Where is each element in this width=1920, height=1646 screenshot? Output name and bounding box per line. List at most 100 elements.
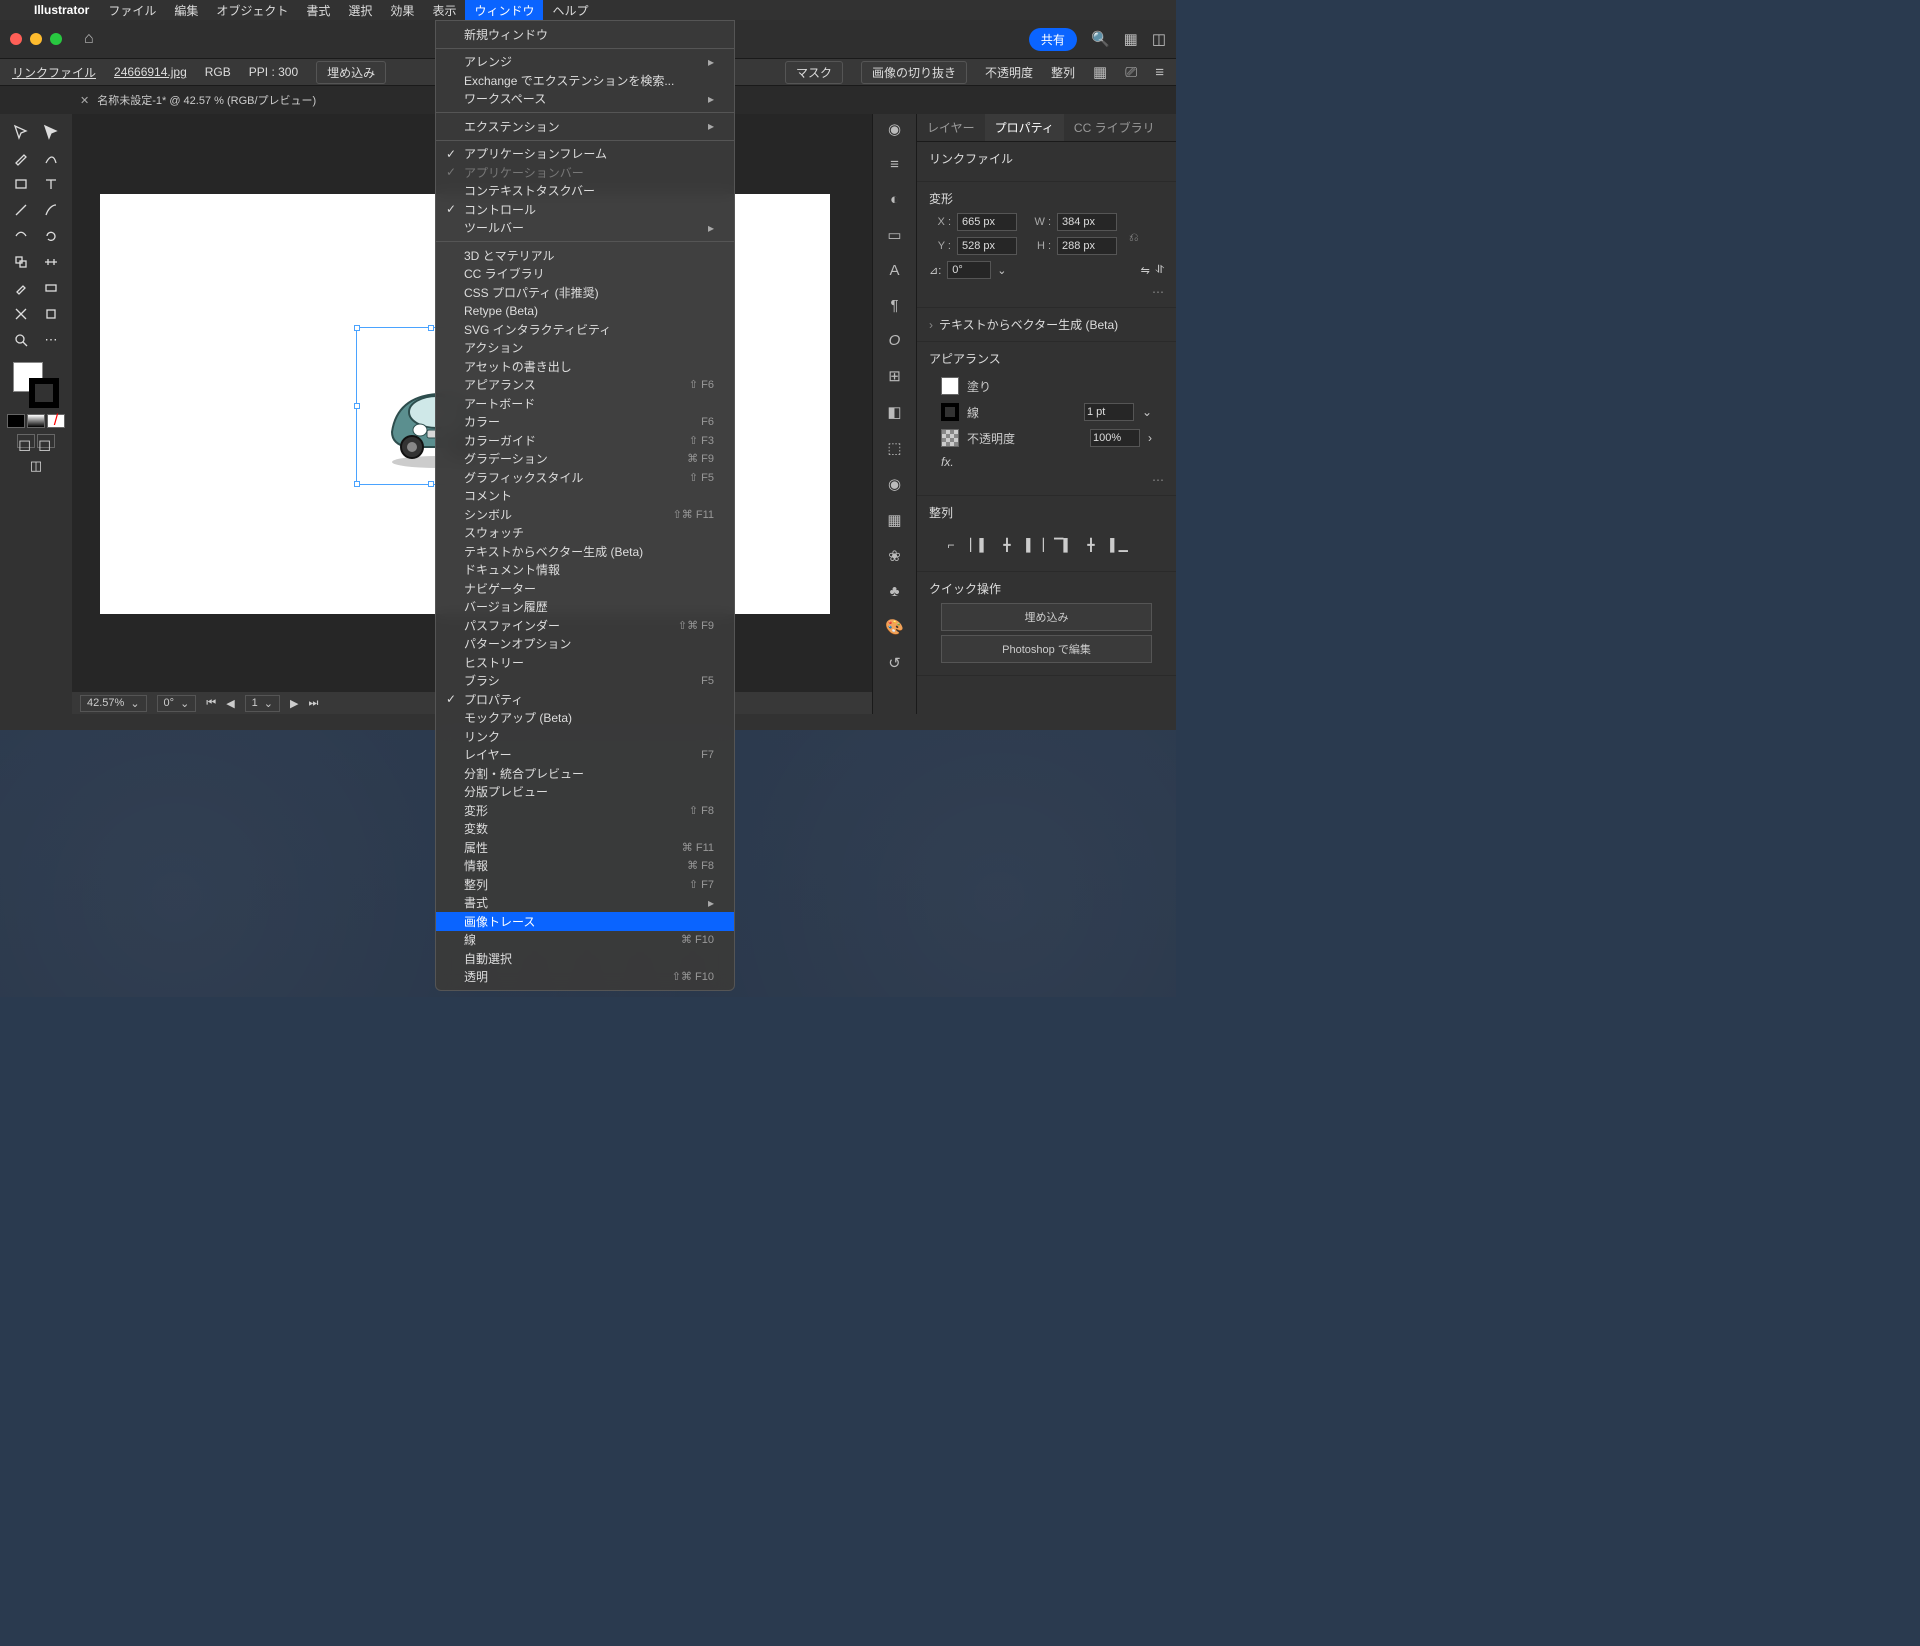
menu-item[interactable]: 情報⌘ F8 xyxy=(436,857,734,876)
menu-item[interactable]: 変形⇧ F8 xyxy=(436,801,734,820)
menu-item[interactable]: 変数 xyxy=(436,820,734,839)
menu-item[interactable]: ツールバー▸ xyxy=(436,219,734,238)
grid-icon[interactable]: ▦ xyxy=(1093,63,1107,81)
paragraph-panel-icon[interactable]: ¶ xyxy=(890,297,898,314)
menu-item[interactable]: ヒストリー xyxy=(436,653,734,672)
type-tool[interactable] xyxy=(37,172,65,196)
last-page-icon[interactable]: ⏭ xyxy=(308,697,318,710)
embed-quick-button[interactable]: 埋め込み xyxy=(941,603,1153,631)
menu-item[interactable]: パターンオプション xyxy=(436,635,734,654)
menu-item[interactable]: アセットの書き出し xyxy=(436,357,734,376)
menu-item[interactable]: ✓プロパティ xyxy=(436,690,734,709)
appearance-panel-icon[interactable]: ◉ xyxy=(888,475,901,493)
tab-title[interactable]: 名称未設定-1* @ 42.57 % (RGB/プレビュー) xyxy=(97,92,316,108)
menu-item[interactable]: コンテキストタスクバー xyxy=(436,182,734,201)
app-name[interactable]: Illustrator xyxy=(24,3,99,17)
align-panel-icon[interactable]: ⊞ xyxy=(888,367,901,385)
menu-item[interactable]: アレンジ▸ xyxy=(436,53,734,72)
selection-tool[interactable] xyxy=(7,120,35,144)
align-hcenter-icon[interactable]: ╋ xyxy=(997,535,1017,555)
share-button[interactable]: 共有 xyxy=(1029,28,1077,51)
setup-icon[interactable]: ⎚ xyxy=(1125,64,1137,81)
gradient-panel-icon[interactable]: ▭ xyxy=(887,226,901,244)
menu-item[interactable]: ドキュメント情報 xyxy=(436,561,734,580)
pathfinder-panel-icon[interactable]: ◧ xyxy=(887,403,901,421)
clubs-panel-icon[interactable]: ♣ xyxy=(890,583,900,600)
menu-ファイル[interactable]: ファイル xyxy=(99,0,165,20)
menu-item[interactable]: CSS プロパティ (非推奨) xyxy=(436,283,734,302)
menu-item[interactable]: SVG インタラクティビティ xyxy=(436,320,734,339)
menu-item[interactable]: アートボード xyxy=(436,394,734,413)
menu-item[interactable]: レイヤーF7 xyxy=(436,746,734,765)
rotate-dropdown[interactable]: 0°⌄ xyxy=(157,695,197,712)
swatches-panel-icon[interactable]: ≡ xyxy=(890,156,899,173)
shaper-tool[interactable] xyxy=(7,224,35,248)
fill-swatch[interactable] xyxy=(941,377,959,395)
align-bottom-icon[interactable]: ▌▁ xyxy=(1109,535,1129,555)
opacity-swatch[interactable] xyxy=(941,429,959,447)
width-tool[interactable] xyxy=(37,250,65,274)
stroke-weight-input[interactable] xyxy=(1084,403,1134,421)
appearance-more-icon[interactable]: ⋯ xyxy=(929,473,1164,487)
align-right-icon[interactable]: ▌▕ xyxy=(1025,535,1045,555)
menu-書式[interactable]: 書式 xyxy=(297,0,339,20)
symbols-panel-icon[interactable]: ❀ xyxy=(888,547,901,565)
opentype-panel-icon[interactable]: O xyxy=(889,332,901,349)
gradient-mode-swatch[interactable] xyxy=(27,414,45,428)
flip-h-icon[interactable]: ⇋ xyxy=(1141,264,1150,277)
edit-in-ps-button[interactable]: Photoshop で編集 xyxy=(941,635,1153,663)
curvature-tool[interactable] xyxy=(37,146,65,170)
menu-item[interactable]: アピアランス⇧ F6 xyxy=(436,376,734,395)
menu-item[interactable]: リンク xyxy=(436,727,734,746)
menu-item[interactable]: コメント xyxy=(436,487,734,506)
menu-選択[interactable]: 選択 xyxy=(339,0,381,20)
menu-item[interactable]: ブラシF5 xyxy=(436,672,734,691)
h-input[interactable] xyxy=(1057,237,1117,255)
search-icon[interactable]: 🔍 xyxy=(1091,30,1110,48)
angle-input[interactable] xyxy=(947,261,991,279)
menu-item[interactable]: 画像トレース xyxy=(436,912,734,931)
eyedropper-tool[interactable] xyxy=(7,276,35,300)
screen-mode[interactable]: ◫ xyxy=(22,454,50,478)
crop-button[interactable]: 画像の切り抜き xyxy=(861,61,967,84)
x-input[interactable] xyxy=(957,213,1017,231)
menu-item[interactable]: 分版プレビュー xyxy=(436,783,734,802)
link-wh-icon[interactable]: ⎌ xyxy=(1129,230,1139,245)
menu-item[interactable]: バージョン履歴 xyxy=(436,598,734,617)
menu-item[interactable]: スウォッチ xyxy=(436,524,734,543)
menu-icon[interactable]: ≡ xyxy=(1155,64,1164,81)
y-input[interactable] xyxy=(957,237,1017,255)
scale-tool[interactable] xyxy=(7,250,35,274)
menu-編集[interactable]: 編集 xyxy=(165,0,207,20)
home-icon[interactable]: ⌂ xyxy=(84,30,94,48)
color-panel-icon[interactable]: ◉ xyxy=(888,120,901,138)
menu-item[interactable]: 透明⇧⌘ F10 xyxy=(436,968,734,987)
align-vcenter-icon[interactable]: ╋ xyxy=(1081,535,1101,555)
align-left-icon[interactable]: ▏▌ xyxy=(969,535,989,555)
opacity-label[interactable]: 不透明度 xyxy=(985,64,1033,81)
brushes-panel-icon[interactable]: ◐ xyxy=(890,191,899,208)
artboards-panel-icon[interactable]: 🎨 xyxy=(885,618,904,636)
menu-item[interactable]: ワークスペース▸ xyxy=(436,90,734,109)
asset-panel-icon[interactable]: ▦ xyxy=(887,511,901,529)
rotate-tool[interactable] xyxy=(37,224,65,248)
panel-tab-1[interactable]: プロパティ xyxy=(985,114,1064,141)
menu-オブジェクト[interactable]: オブジェクト xyxy=(207,0,297,20)
menu-item[interactable]: エクステンション▸ xyxy=(436,117,734,136)
menu-item[interactable]: 自動選択 xyxy=(436,949,734,968)
menu-item[interactable]: テキストからベクター生成 (Beta) xyxy=(436,542,734,561)
minimize-icon[interactable] xyxy=(30,33,42,45)
workspace-icon[interactable]: ◫ xyxy=(1152,30,1166,48)
color-mode-swatch[interactable] xyxy=(7,414,25,428)
transform-panel-icon[interactable]: ⬚ xyxy=(887,439,901,457)
mask-button[interactable]: マスク xyxy=(785,61,843,84)
more-options-icon[interactable]: ⋯ xyxy=(929,285,1164,299)
menu-効果[interactable]: 効果 xyxy=(381,0,423,20)
menu-item[interactable]: 書式▸ xyxy=(436,894,734,913)
menu-item[interactable]: Exchange でエクステンションを検索... xyxy=(436,71,734,90)
text-to-vector-section[interactable]: › テキストからベクター生成 (Beta) xyxy=(917,308,1176,342)
menu-item[interactable]: CC ライブラリ xyxy=(436,265,734,284)
flip-v-icon[interactable]: ⥯ xyxy=(1156,264,1164,277)
zoom-tool[interactable] xyxy=(7,328,35,352)
menu-item[interactable]: 分割・統合プレビュー xyxy=(436,764,734,783)
